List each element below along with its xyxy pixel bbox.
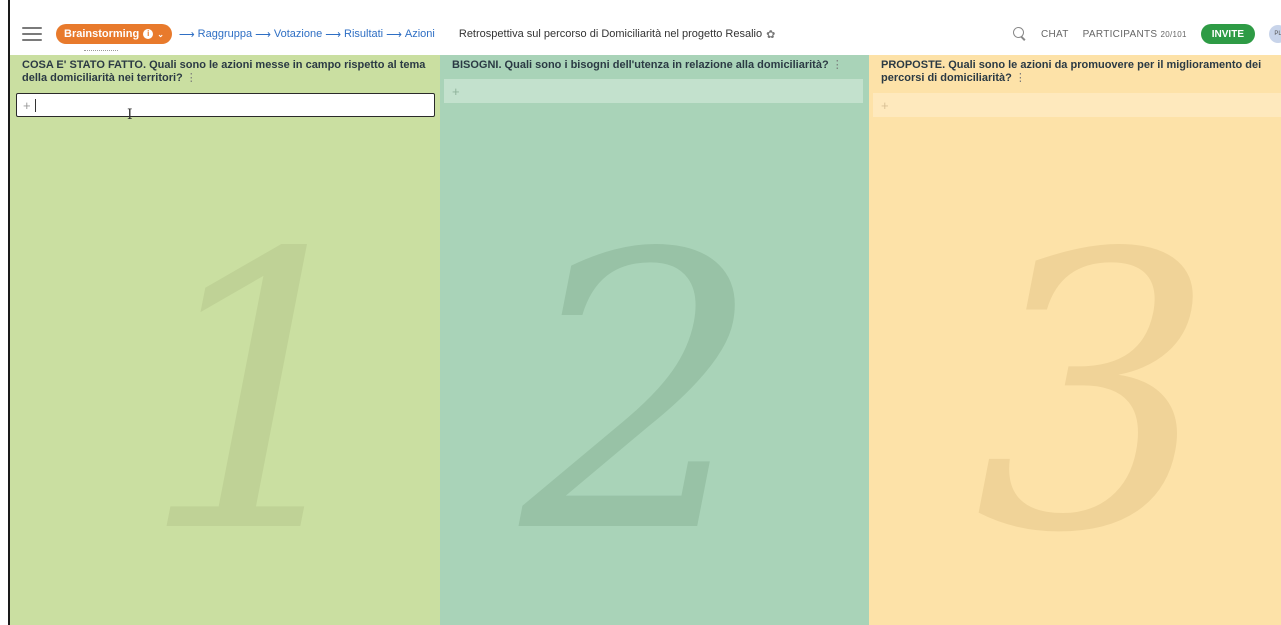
phase-dropdown[interactable]: Brainstorming i ⌄ (56, 24, 172, 51)
plus-icon: + (452, 83, 460, 99)
chevron-down-icon: ⌄ (157, 29, 164, 39)
step-risultati[interactable]: Risultati (344, 28, 383, 40)
phase-label: Brainstorming (64, 28, 140, 40)
right-tools: CHAT PARTICIPANTS 20/101 INVITE PL (1012, 18, 1281, 50)
text-caret (34, 98, 36, 112)
timer-underline (84, 50, 118, 51)
column-number-watermark: 2 (520, 173, 762, 616)
add-card-button[interactable]: + (873, 93, 1281, 117)
invite-button[interactable]: INVITE (1200, 24, 1255, 44)
kebab-icon[interactable]: ⋮ (832, 59, 843, 71)
hamburger-icon[interactable] (22, 27, 42, 41)
column-title: COSA E' STATO FATTO. Quali sono le azion… (10, 55, 440, 85)
column-number-watermark: 3 (974, 173, 1216, 616)
plus-icon: + (23, 97, 31, 113)
add-card-button[interactable]: + (444, 79, 863, 103)
step-raggruppa[interactable]: Raggruppa (198, 28, 252, 40)
info-icon[interactable]: i (143, 29, 154, 39)
plus-icon: + (881, 97, 889, 113)
column-title-text: COSA E' STATO FATTO. Quali sono le azion… (22, 59, 426, 84)
top-bar: Brainstorming i ⌄ ⟶ Raggruppa ⟶ Votazion… (10, 18, 1281, 51)
session-title: Retrospettiva sul percorso di Domiciliar… (459, 28, 775, 41)
phase-steps: ⟶ Raggruppa ⟶ Votazione ⟶ Risultati ⟶ Az… (176, 28, 435, 41)
column-title-text: PROPOSTE. Quali sono le azioni da promuo… (881, 59, 1262, 84)
search-icon[interactable] (1012, 27, 1027, 41)
gear-icon[interactable]: ✿ (766, 28, 775, 41)
column-number-watermark: 1 (140, 173, 382, 616)
step-votazione[interactable]: Votazione (274, 28, 322, 40)
app-root: Brainstorming i ⌄ ⟶ Raggruppa ⟶ Votazion… (0, 0, 1281, 625)
column-title: BISOGNI. Quali sono i bisogni dell'utenz… (440, 55, 869, 72)
chat-button[interactable]: CHAT (1041, 29, 1069, 40)
text-cursor-icon: I (127, 107, 133, 123)
participants-label: PARTICIPANTS (1082, 28, 1158, 40)
step-arrow: ⟶ (325, 28, 341, 41)
step-arrow: ⟶ (255, 28, 271, 41)
session-title-text: Retrospettiva sul percorso di Domiciliar… (458, 28, 763, 40)
board-columns: 1 COSA E' STATO FATTO. Quali sono le azi… (10, 55, 1281, 625)
step-arrow: ⟶ (178, 28, 195, 41)
kebab-icon[interactable]: ⋮ (1015, 72, 1026, 84)
column-title: PROPOSTE. Quali sono le azioni da promuo… (869, 55, 1281, 85)
avatar[interactable]: PL (1269, 25, 1281, 43)
column-cosa-e-stato-fatto: 1 COSA E' STATO FATTO. Quali sono le azi… (10, 55, 440, 625)
column-title-text: BISOGNI. Quali sono i bisogni dell'utenz… (452, 59, 829, 71)
column-bisogni: 2 BISOGNI. Quali sono i bisogni dell'ute… (440, 55, 869, 625)
participants-count: 20/101 (1160, 29, 1187, 39)
step-arrow: ⟶ (386, 28, 402, 41)
participants-button[interactable]: PARTICIPANTS 20/101 (1083, 29, 1187, 40)
add-card-input[interactable]: + (16, 93, 435, 117)
column-proposte: 3 PROPOSTE. Quali sono le azioni da prom… (869, 55, 1281, 625)
kebab-icon[interactable]: ⋮ (186, 72, 197, 84)
step-azioni[interactable]: Azioni (405, 28, 435, 40)
